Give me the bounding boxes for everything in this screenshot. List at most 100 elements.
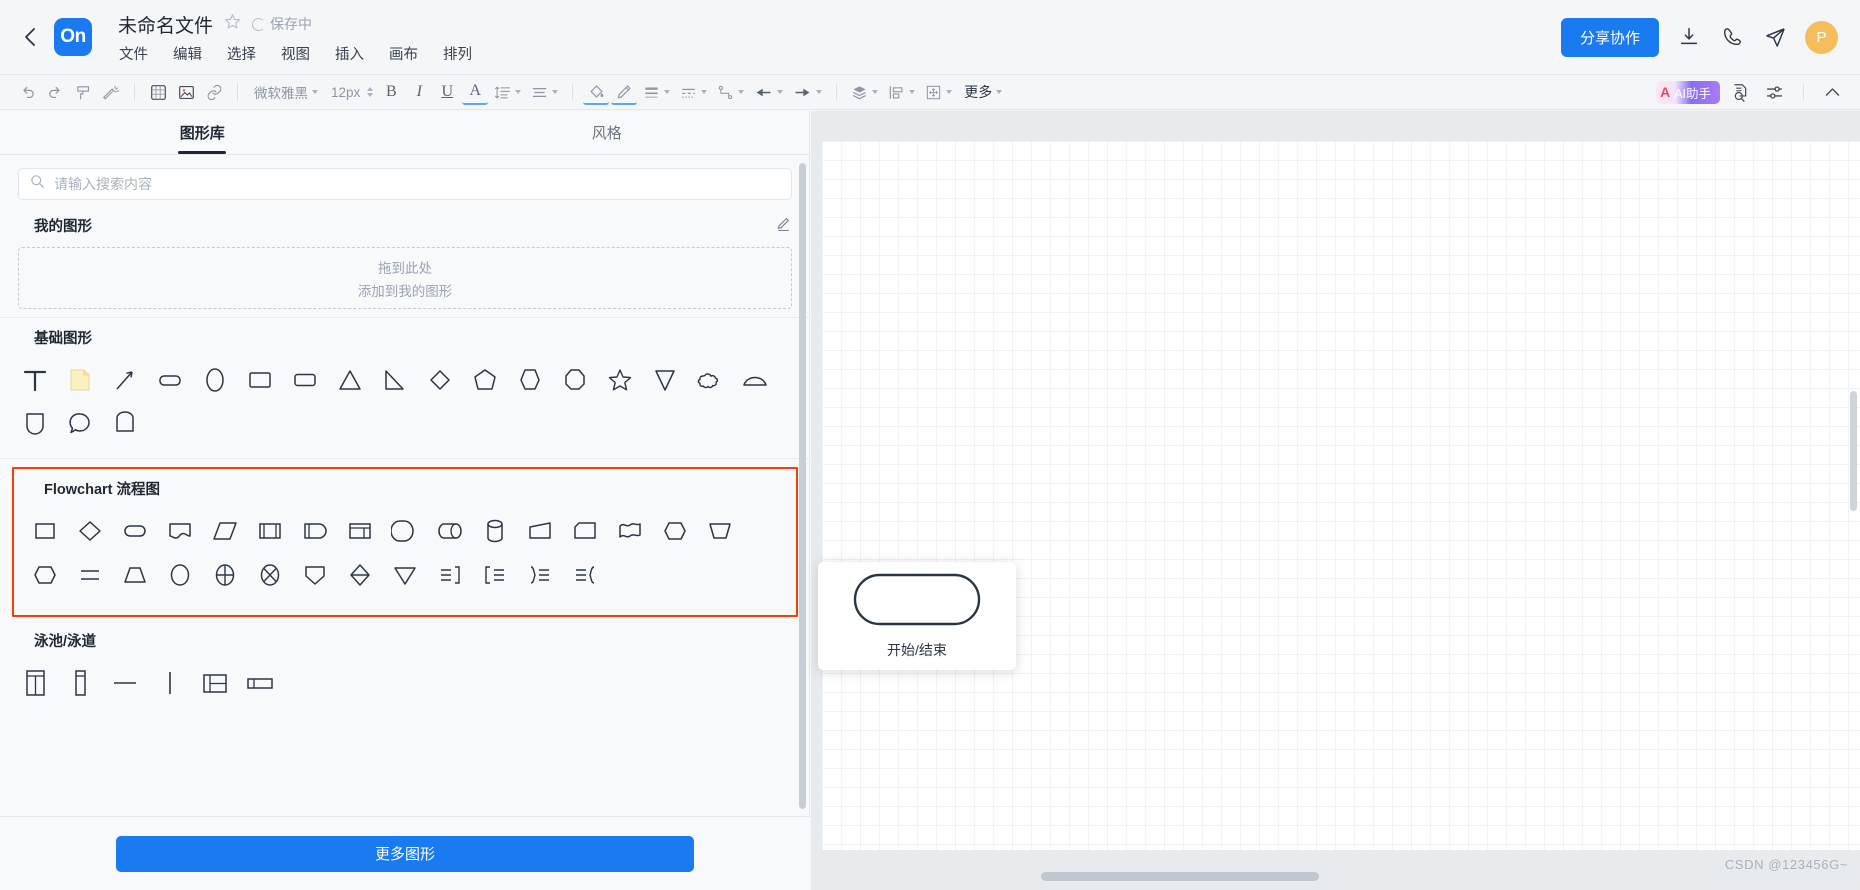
position-icon[interactable] bbox=[921, 79, 956, 105]
shape-terminator[interactable] bbox=[112, 509, 157, 553]
shape-lane-horizontal[interactable] bbox=[237, 661, 282, 705]
section-header-flowchart[interactable]: Flowchart 流程图 bbox=[14, 469, 796, 506]
text-align-icon[interactable] bbox=[527, 79, 562, 105]
shape-predefined-process[interactable] bbox=[247, 509, 292, 553]
shape-sort[interactable] bbox=[337, 553, 382, 597]
shape-extract-triangle[interactable] bbox=[382, 553, 427, 597]
underline-button[interactable]: U bbox=[434, 79, 460, 105]
shape-octagon[interactable] bbox=[552, 358, 597, 402]
shape-half-round-rect[interactable] bbox=[12, 402, 57, 446]
shape-card-punched[interactable] bbox=[112, 553, 157, 597]
redo-icon[interactable] bbox=[42, 79, 68, 105]
shape-summing-junction[interactable] bbox=[202, 553, 247, 597]
shape-internal-storage[interactable] bbox=[292, 509, 337, 553]
shape-card[interactable] bbox=[562, 509, 607, 553]
shape-diamond[interactable] bbox=[417, 358, 462, 402]
share-button[interactable]: 分享协作 bbox=[1560, 17, 1659, 57]
more-menu-button[interactable]: 更多 bbox=[958, 82, 1008, 102]
back-chevron-icon[interactable] bbox=[0, 0, 46, 74]
pen-color-icon[interactable] bbox=[611, 79, 638, 105]
shape-brace-right[interactable] bbox=[517, 553, 562, 597]
bold-button[interactable]: B bbox=[378, 79, 404, 105]
my-shapes-dropzone[interactable]: 拖到此处 添加到我的图形 bbox=[18, 247, 792, 309]
shape-inverted-triangle[interactable] bbox=[642, 358, 687, 402]
pencil-icon[interactable] bbox=[776, 216, 792, 236]
shape-pool-vertical[interactable] bbox=[12, 661, 57, 705]
panel-scrollbar[interactable] bbox=[799, 163, 806, 809]
shape-pentagon[interactable] bbox=[462, 358, 507, 402]
shape-lane-vertical[interactable] bbox=[57, 661, 102, 705]
menu-item-canvas[interactable]: 画布 bbox=[388, 41, 419, 66]
shape-text-tool[interactable] bbox=[12, 358, 57, 402]
canvas-vertical-scrollbar[interactable] bbox=[1850, 391, 1857, 511]
font-size-value[interactable]: 12px bbox=[326, 85, 365, 100]
format-painter-icon[interactable] bbox=[70, 79, 96, 105]
star-icon[interactable] bbox=[224, 13, 241, 35]
search-input[interactable] bbox=[54, 176, 780, 192]
shape-connector-circle[interactable] bbox=[157, 553, 202, 597]
table-icon[interactable] bbox=[145, 79, 171, 105]
canvas-area[interactable]: CSDN @123456G~ bbox=[811, 111, 1860, 890]
shape-collate[interactable] bbox=[67, 553, 112, 597]
shape-pool-horizontal[interactable] bbox=[192, 661, 237, 705]
shape-star[interactable] bbox=[597, 358, 642, 402]
stepper-up-icon[interactable] bbox=[367, 87, 374, 91]
shape-annotation-left[interactable] bbox=[472, 553, 517, 597]
shape-multi-document[interactable] bbox=[607, 509, 652, 553]
shape-speech-bubble[interactable] bbox=[57, 402, 102, 446]
font-family-select[interactable]: 微软雅黑 bbox=[248, 82, 324, 102]
line-weight-icon[interactable] bbox=[639, 79, 674, 105]
shape-divider-vertical[interactable] bbox=[147, 661, 192, 705]
shape-annotation-right[interactable] bbox=[427, 553, 472, 597]
shape-triangle[interactable] bbox=[327, 358, 372, 402]
canvas-grid-sheet[interactable] bbox=[822, 141, 1860, 850]
more-shapes-button[interactable]: 更多图形 bbox=[116, 835, 694, 872]
shape-divider-horizontal[interactable] bbox=[102, 661, 147, 705]
doc-search-icon[interactable] bbox=[1727, 79, 1754, 105]
shape-database-cylinder[interactable] bbox=[472, 509, 517, 553]
align-objects-icon[interactable] bbox=[884, 79, 919, 105]
shape-merge[interactable] bbox=[292, 553, 337, 597]
shape-trapezoid[interactable] bbox=[732, 358, 777, 402]
shape-direct-access-storage[interactable] bbox=[427, 509, 472, 553]
shape-right-triangle[interactable] bbox=[372, 358, 417, 402]
shape-cloud[interactable] bbox=[687, 358, 732, 402]
shape-ellipse[interactable] bbox=[192, 358, 237, 402]
section-header-basic-shapes[interactable]: 基础图形 bbox=[0, 318, 810, 355]
shape-sticky-note[interactable] bbox=[57, 358, 102, 402]
image-icon[interactable] bbox=[173, 79, 199, 105]
menu-item-edit[interactable]: 编辑 bbox=[172, 41, 203, 66]
shape-manual-operation[interactable] bbox=[697, 509, 742, 553]
font-size-stepper[interactable] bbox=[367, 87, 374, 97]
avatar[interactable]: P bbox=[1805, 20, 1838, 54]
chevron-up-icon[interactable] bbox=[1819, 79, 1846, 105]
arrow-end-icon[interactable] bbox=[789, 79, 826, 105]
shape-rounded-rectangle[interactable] bbox=[147, 358, 192, 402]
shape-hexagon[interactable] bbox=[507, 358, 552, 402]
shape-document[interactable] bbox=[157, 509, 202, 553]
italic-button[interactable]: I bbox=[406, 79, 432, 105]
fill-color-icon[interactable] bbox=[583, 79, 610, 105]
connector-style-icon[interactable] bbox=[713, 79, 748, 105]
shape-process[interactable] bbox=[22, 509, 67, 553]
menu-item-view[interactable]: 视图 bbox=[280, 41, 311, 66]
search-box[interactable] bbox=[18, 168, 792, 200]
arrow-start-icon[interactable] bbox=[750, 79, 787, 105]
shape-rounded-square[interactable] bbox=[282, 358, 327, 402]
menu-item-insert[interactable]: 插入 bbox=[334, 41, 365, 66]
shape-line-arrow[interactable] bbox=[102, 358, 147, 402]
app-logo[interactable]: On bbox=[54, 18, 92, 56]
tab-style[interactable]: 风格 bbox=[405, 111, 810, 154]
section-header-swimlane[interactable]: 泳池/泳道 bbox=[0, 621, 810, 658]
stepper-down-icon[interactable] bbox=[367, 93, 374, 97]
line-height-icon[interactable] bbox=[490, 79, 525, 105]
menu-item-select[interactable]: 选择 bbox=[226, 41, 257, 66]
section-header-my-shapes[interactable]: 我的图形 bbox=[0, 206, 810, 243]
canvas-horizontal-scrollbar[interactable] bbox=[1041, 872, 1319, 881]
shape-decision[interactable] bbox=[67, 509, 112, 553]
menu-item-file[interactable]: 文件 bbox=[118, 41, 149, 66]
undo-icon[interactable] bbox=[14, 79, 40, 105]
download-icon[interactable] bbox=[1676, 24, 1702, 50]
shape-brace-left[interactable] bbox=[562, 553, 607, 597]
shape-display-window[interactable] bbox=[337, 509, 382, 553]
